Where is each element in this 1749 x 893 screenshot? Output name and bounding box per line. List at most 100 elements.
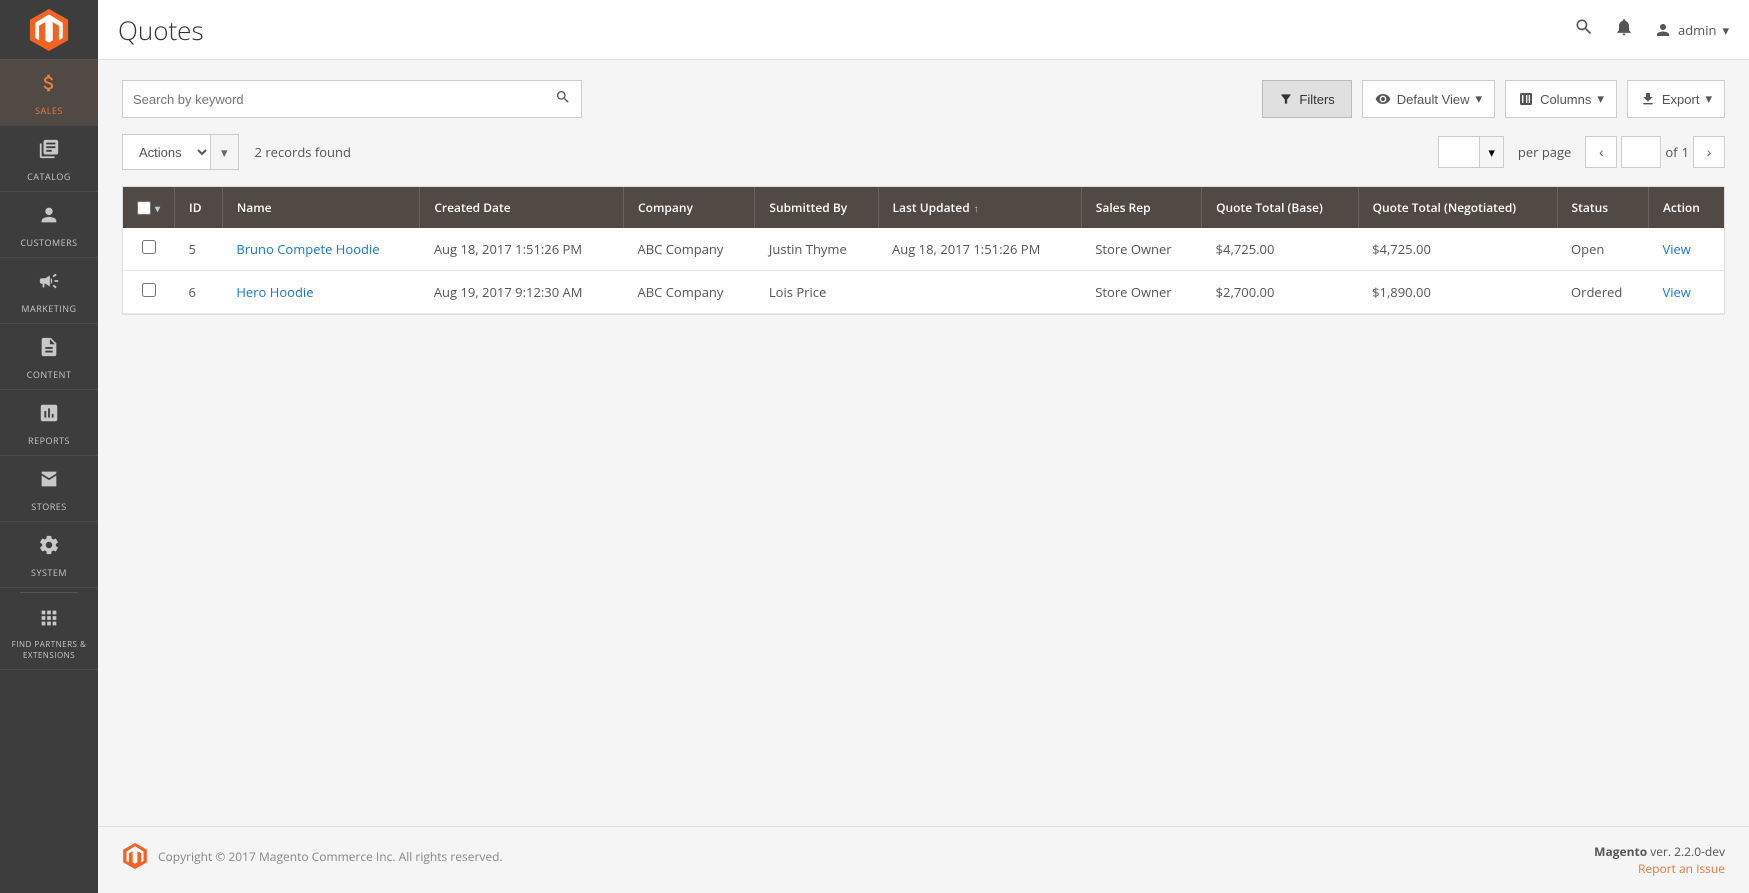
page-input[interactable]: 1 — [1621, 136, 1661, 168]
row-status: Ordered — [1557, 271, 1648, 314]
row-company: ABC Company — [624, 271, 755, 314]
system-icon — [38, 534, 60, 562]
sidebar-item-marketing[interactable]: MARKETING — [0, 258, 98, 324]
row-checkbox-cell — [123, 228, 175, 271]
sidebar-item-stores[interactable]: STORES — [0, 456, 98, 522]
per-page-input[interactable]: 20 — [1439, 145, 1479, 160]
content-area: Filters Default View ▾ Columns ▾ Export … — [98, 60, 1749, 826]
sidebar-item-stores-label: STORES — [31, 500, 66, 513]
sidebar-item-system-label: SYSTEM — [31, 566, 67, 579]
row-name-link[interactable]: Hero Hoodie — [236, 283, 313, 301]
page-title: Quotes — [118, 12, 204, 48]
stores-icon — [38, 468, 60, 496]
row-checkbox[interactable] — [142, 283, 156, 297]
sidebar-item-sales[interactable]: SALES — [0, 60, 98, 126]
header-checkbox-caret[interactable]: ▾ — [155, 201, 160, 215]
report-issue-link[interactable]: Report an Issue — [1638, 860, 1725, 877]
notifications-icon[interactable] — [1614, 17, 1634, 43]
row-submitted-by: Justin Thyme — [755, 228, 878, 271]
search-toolbar: Filters Default View ▾ Columns ▾ Export … — [122, 80, 1725, 118]
footer-logo — [122, 843, 148, 869]
sidebar: SALES CATALOG CUSTOMERS MARKETING CONTEN… — [0, 0, 98, 893]
row-id: 5 — [175, 228, 223, 271]
sidebar-item-reports-label: REPORTS — [28, 434, 70, 447]
row-view-link[interactable]: View — [1662, 240, 1690, 258]
th-status: Status — [1557, 187, 1648, 228]
row-last-updated: Aug 18, 2017 1:51:26 PM — [878, 228, 1081, 271]
th-name: Name — [222, 187, 419, 228]
actions-caret[interactable]: ▾ — [210, 135, 238, 169]
user-menu[interactable]: admin ▾ — [1654, 21, 1729, 39]
footer: Copyright © 2017 Magento Commerce Inc. A… — [98, 826, 1749, 893]
export-caret-icon: ▾ — [1705, 91, 1712, 107]
records-count: 2 records found — [255, 143, 351, 161]
actions-dropdown: Actions ▾ — [122, 134, 239, 170]
row-name: Bruno Compete Hoodie — [222, 228, 419, 271]
sidebar-item-sales-label: SALES — [35, 104, 63, 117]
th-id: ID — [175, 187, 223, 228]
th-quote-total-negotiated: Quote Total (Negotiated) — [1358, 187, 1557, 228]
topbar: Quotes admin ▾ — [98, 0, 1749, 60]
export-button[interactable]: Export ▾ — [1627, 80, 1725, 118]
sidebar-divider — [20, 592, 79, 593]
row-company: ABC Company — [624, 228, 755, 271]
select-all-checkbox[interactable] — [137, 201, 151, 215]
search-icon[interactable] — [1574, 17, 1594, 43]
th-last-updated[interactable]: Last Updated ↑ — [878, 187, 1081, 228]
sidebar-item-partners-label: FIND PARTNERS & EXTENSIONS — [5, 639, 93, 661]
export-label: Export — [1662, 92, 1700, 107]
row-name-link[interactable]: Bruno Compete Hoodie — [236, 240, 379, 258]
th-submitted-by: Submitted By — [755, 187, 878, 228]
partners-icon — [38, 607, 60, 635]
sidebar-item-reports[interactable]: REPORTS — [0, 390, 98, 456]
row-quote-total-base: $2,700.00 — [1202, 271, 1358, 314]
sidebar-logo — [0, 0, 98, 60]
actions-select[interactable]: Actions — [123, 135, 210, 169]
row-last-updated — [878, 271, 1081, 314]
row-view-link[interactable]: View — [1662, 283, 1690, 301]
toolbar-right: Filters Default View ▾ Columns ▾ Export … — [1262, 80, 1725, 118]
search-button[interactable] — [555, 89, 571, 110]
table-row: 5 Bruno Compete Hoodie Aug 18, 2017 1:51… — [123, 228, 1724, 271]
row-name: Hero Hoodie — [222, 271, 419, 314]
columns-button[interactable]: Columns ▾ — [1505, 80, 1617, 118]
sidebar-item-content-label: CONTENT — [27, 368, 72, 381]
th-sales-rep: Sales Rep — [1081, 187, 1201, 228]
row-checkbox-cell — [123, 271, 175, 314]
footer-copyright: Copyright © 2017 Magento Commerce Inc. A… — [158, 848, 503, 865]
sidebar-item-marketing-label: MARKETING — [21, 302, 76, 315]
sidebar-item-catalog-label: CATALOG — [27, 170, 71, 183]
th-created-date[interactable]: Created Date — [420, 187, 624, 228]
table-row: 6 Hero Hoodie Aug 19, 2017 9:12:30 AM AB… — [123, 271, 1724, 314]
filter-button[interactable]: Filters — [1262, 80, 1351, 118]
th-action: Action — [1648, 187, 1724, 228]
row-checkbox[interactable] — [142, 240, 156, 254]
sidebar-item-system[interactable]: SYSTEM — [0, 522, 98, 588]
row-action: View — [1648, 228, 1724, 271]
search-box — [122, 80, 582, 118]
footer-right: Magento ver. 2.2.0-dev Report an Issue — [1594, 843, 1725, 877]
sidebar-item-partners[interactable]: FIND PARTNERS & EXTENSIONS — [0, 597, 98, 670]
pagination: 20 ▾ per page ‹ 1 of 1 › — [1438, 136, 1725, 168]
sidebar-item-customers[interactable]: CUSTOMERS — [0, 192, 98, 258]
search-input[interactable] — [133, 92, 555, 107]
main-content: Quotes admin ▾ — [98, 0, 1749, 893]
footer-version-label: Magento ver. 2.2.0-dev — [1594, 843, 1725, 860]
sidebar-item-content[interactable]: CONTENT — [0, 324, 98, 390]
columns-label: Columns — [1540, 92, 1591, 107]
prev-page-button[interactable]: ‹ — [1585, 136, 1617, 168]
th-quote-total-base: Quote Total (Base) — [1202, 187, 1358, 228]
sidebar-item-catalog[interactable]: CATALOG — [0, 126, 98, 192]
catalog-icon — [38, 138, 60, 166]
content-icon — [38, 336, 60, 364]
filter-label: Filters — [1299, 92, 1334, 107]
default-view-button[interactable]: Default View ▾ — [1362, 80, 1495, 118]
page-of-label: of — [1665, 143, 1677, 161]
default-view-label: Default View — [1397, 92, 1470, 107]
customers-icon — [38, 204, 60, 232]
per-page-caret[interactable]: ▾ — [1479, 137, 1503, 167]
per-page-select: 20 ▾ — [1438, 136, 1504, 168]
row-submitted-by: Lois Price — [755, 271, 878, 314]
columns-caret-icon: ▾ — [1597, 91, 1604, 107]
next-page-button[interactable]: › — [1693, 136, 1725, 168]
